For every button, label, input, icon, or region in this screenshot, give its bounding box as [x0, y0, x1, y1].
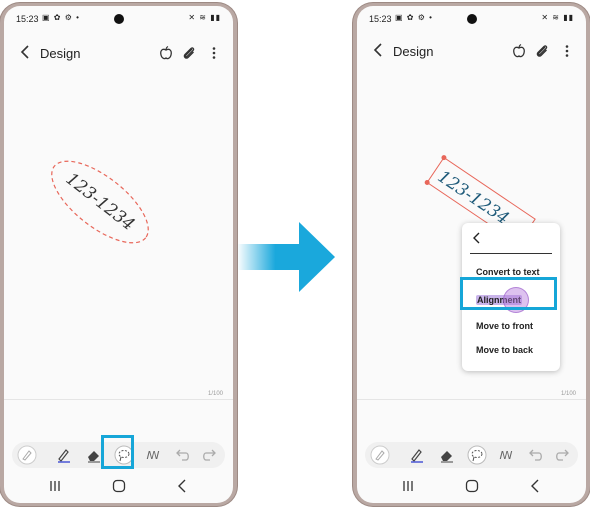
alignment-highlight	[460, 277, 557, 310]
recents-icon[interactable]	[46, 477, 64, 495]
phone-after: 15:23 ▣ ✿ ⚙ • ✕ ≋ ▮▮ Design 123-1234 Con…	[353, 3, 590, 506]
canvas-divider	[4, 399, 233, 400]
camera-cutout	[113, 14, 124, 24]
insert-icon[interactable]: ꟿ	[496, 445, 516, 465]
redo-icon[interactable]	[553, 445, 573, 465]
redo-icon[interactable]	[200, 445, 220, 465]
more-vert-icon[interactable]	[559, 43, 575, 59]
screen-after: 15:23 ▣ ✿ ⚙ • ✕ ≋ ▮▮ Design 123-1234 Con…	[357, 6, 586, 503]
paperclip-icon[interactable]	[181, 45, 197, 61]
lasso-tool-highlight	[101, 435, 134, 469]
page-counter: 1/100	[560, 391, 576, 397]
status-time: 15:23	[369, 14, 392, 24]
selection-handle	[424, 179, 430, 185]
screen-before: 15:23 ▣ ✿ ⚙ • ✕ ≋ ▮▮ Design 123-1234 1/1…	[4, 6, 233, 503]
nav-bar	[357, 475, 586, 497]
selection-handle	[441, 155, 447, 161]
menu-item-convert-to-text[interactable]: Convert to text	[476, 267, 540, 277]
canvas-divider	[357, 399, 586, 400]
note-canvas[interactable]: 123-1234	[4, 68, 233, 398]
nav-bar	[4, 475, 233, 497]
system-status-icons: ✕ ≋ ▮▮	[188, 13, 221, 22]
drawing-toolbar: ꟿ	[365, 442, 578, 468]
notification-icons: ▣ ✿ ⚙ •	[42, 13, 80, 22]
menu-item-move-to-back[interactable]: Move to back	[476, 345, 533, 355]
handwriting-text: 123-1234	[434, 167, 513, 229]
note-title: Design	[393, 44, 434, 59]
pen-icon[interactable]	[54, 445, 74, 465]
apple-ink-icon[interactable]	[511, 43, 527, 59]
transition-arrow-icon	[237, 222, 335, 292]
eraser-icon[interactable]	[437, 445, 457, 465]
menu-back-icon[interactable]	[470, 231, 484, 245]
back-nav-icon[interactable]	[174, 477, 192, 495]
back-icon[interactable]	[18, 44, 34, 60]
handwriting-text: 123-1234	[62, 169, 139, 235]
phone-before: 15:23 ▣ ✿ ⚙ • ✕ ≋ ▮▮ Design 123-1234 1/1…	[0, 3, 237, 506]
note-title: Design	[40, 46, 81, 61]
undo-icon[interactable]	[172, 445, 192, 465]
home-icon[interactable]	[463, 477, 481, 495]
app-bar: Design	[4, 38, 233, 68]
back-nav-icon[interactable]	[527, 477, 545, 495]
page-counter: 1/100	[207, 391, 223, 397]
svg-text:ꟿ: ꟿ	[499, 449, 512, 462]
more-vert-icon[interactable]	[206, 45, 222, 61]
menu-item-move-to-front[interactable]: Move to front	[476, 321, 533, 331]
recents-icon[interactable]	[399, 477, 417, 495]
status-time: 15:23	[16, 14, 39, 24]
camera-cutout	[466, 14, 477, 24]
system-status-icons: ✕ ≋ ▮▮	[541, 13, 574, 22]
pen-icon[interactable]	[407, 445, 427, 465]
app-bar: Design	[357, 36, 586, 66]
insert-icon[interactable]: ꟿ	[143, 445, 163, 465]
menu-divider	[470, 253, 552, 254]
lasso-select-icon[interactable]	[467, 445, 487, 465]
status-bar: 15:23 ▣ ✿ ⚙ • ✕ ≋ ▮▮	[357, 10, 586, 28]
paperclip-icon[interactable]	[534, 43, 550, 59]
pen-disabled-icon[interactable]	[17, 445, 37, 465]
status-bar: 15:23 ▣ ✿ ⚙ • ✕ ≋ ▮▮	[4, 10, 233, 28]
notification-icons: ▣ ✿ ⚙ •	[395, 13, 433, 22]
back-icon[interactable]	[371, 42, 387, 58]
home-icon[interactable]	[110, 477, 128, 495]
pen-disabled-icon[interactable]	[370, 445, 390, 465]
apple-ink-icon[interactable]	[158, 45, 174, 61]
svg-text:ꟿ: ꟿ	[146, 449, 159, 462]
undo-icon[interactable]	[525, 445, 545, 465]
